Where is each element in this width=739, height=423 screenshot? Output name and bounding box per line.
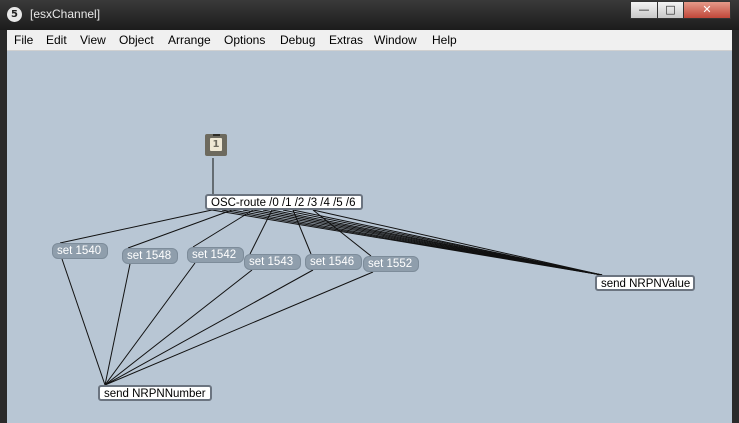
- inlet-object[interactable]: 1: [205, 134, 227, 156]
- close-button[interactable]: ✕: [683, 1, 731, 19]
- message-set-1543[interactable]: set 1543: [244, 254, 301, 270]
- menu-window[interactable]: Window: [374, 33, 417, 47]
- menu-object[interactable]: Object: [119, 33, 154, 47]
- maximize-button[interactable]: □: [657, 1, 684, 19]
- close-icon: ✕: [702, 3, 712, 16]
- menu-edit[interactable]: Edit: [46, 33, 67, 47]
- menu-debug[interactable]: Debug: [280, 33, 315, 47]
- message-set-1548[interactable]: set 1548: [122, 248, 178, 264]
- inlet-number: 1: [210, 138, 222, 151]
- window-title: [esxChannel]: [30, 7, 101, 21]
- minimize-button[interactable]: —: [630, 1, 658, 19]
- menu-help[interactable]: Help: [432, 33, 457, 47]
- app-icon: 5: [7, 7, 22, 22]
- message-set-1546[interactable]: set 1546: [305, 254, 362, 270]
- menu-arrange[interactable]: Arrange: [168, 33, 211, 47]
- menu-view[interactable]: View: [80, 33, 106, 47]
- maximize-icon: □: [665, 3, 676, 16]
- message-set-1552[interactable]: set 1552: [363, 256, 419, 272]
- patch-canvas[interactable]: [7, 51, 732, 423]
- inlet-port[interactable]: [213, 134, 220, 136]
- send-nrpn-value-object[interactable]: send NRPNValue: [595, 275, 695, 291]
- menu-bar: File Edit View Object Arrange Options De…: [7, 30, 732, 51]
- message-set-1540[interactable]: set 1540: [52, 243, 108, 259]
- message-set-1542[interactable]: set 1542: [187, 247, 244, 263]
- minimize-icon: —: [638, 3, 650, 16]
- osc-route-object[interactable]: OSC-route /0 /1 /2 /3 /4 /5 /6: [205, 194, 363, 210]
- menu-file[interactable]: File: [14, 33, 33, 47]
- title-bar[interactable]: 5 [esxChannel] — □ ✕: [0, 0, 739, 30]
- send-nrpn-number-object[interactable]: send NRPNNumber: [98, 385, 212, 401]
- menu-extras[interactable]: Extras: [329, 33, 363, 47]
- menu-options[interactable]: Options: [224, 33, 265, 47]
- max-patcher-window: 5 [esxChannel] — □ ✕ File Edit View Obje…: [0, 0, 739, 423]
